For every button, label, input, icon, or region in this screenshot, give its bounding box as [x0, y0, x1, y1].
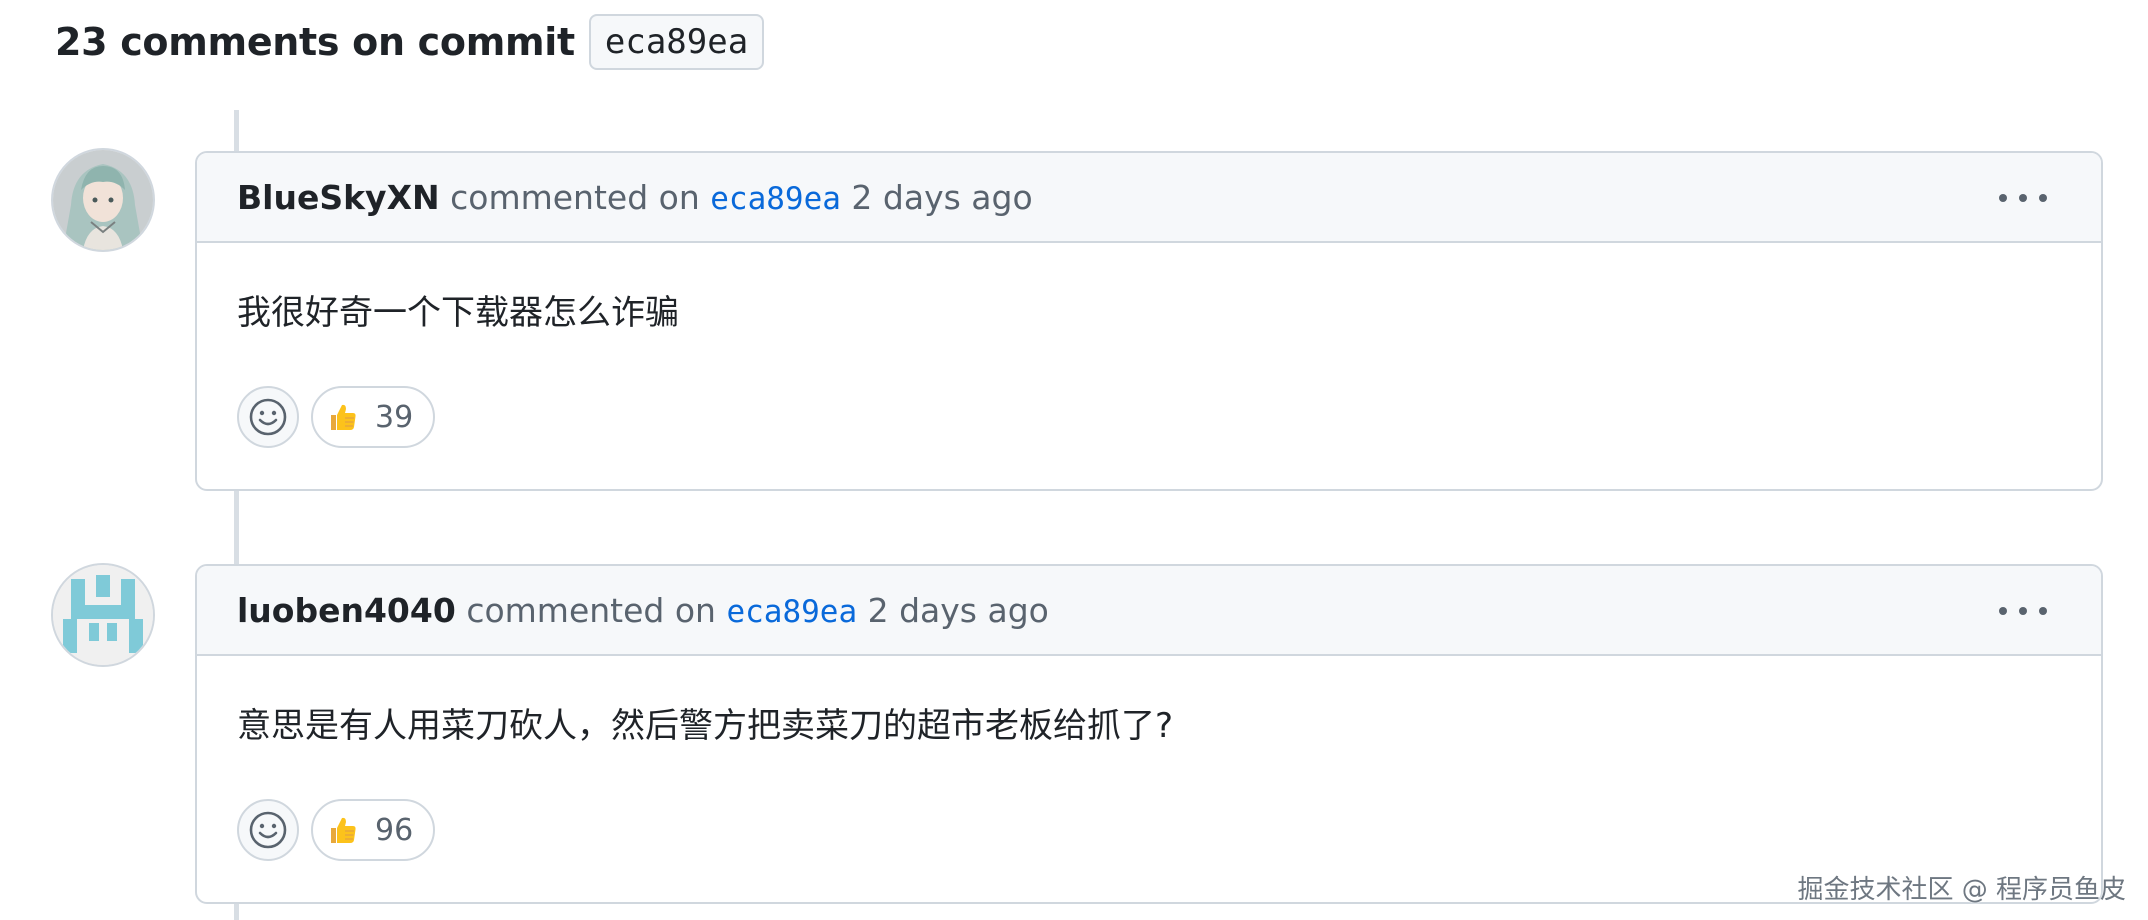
thumbs-up-reaction[interactable]: 39 — [311, 386, 436, 448]
anime-avatar-icon — [53, 150, 153, 250]
add-reaction-button[interactable] — [237, 799, 299, 861]
comment-meta: BlueSkyXN commented on eca89ea 2 days ag… — [237, 178, 1033, 217]
commit-link[interactable]: eca89ea — [726, 594, 857, 630]
avatar[interactable] — [51, 563, 155, 667]
watermark: 掘金技术社区 @ 程序员鱼皮 — [1797, 875, 2126, 905]
comment-time[interactable]: 2 days ago — [851, 178, 1032, 217]
comment-body: 我很好奇一个下载器怎么诈骗 — [237, 293, 679, 333]
comment-action: commented on — [450, 177, 700, 217]
smiley-icon — [249, 398, 287, 436]
commit-link[interactable]: eca89ea — [710, 181, 841, 217]
smiley-icon — [249, 811, 287, 849]
commit-sha-badge[interactable]: eca89ea — [588, 14, 765, 70]
comment-author[interactable]: luoben4040 — [237, 591, 456, 630]
page-title: 23 comments on commit — [55, 20, 575, 64]
avatar[interactable] — [51, 148, 155, 252]
reaction-count: 39 — [375, 399, 414, 435]
identicon-avatar-icon — [53, 565, 153, 665]
commit-comments-header: 23 comments on commit eca89ea — [55, 12, 765, 72]
thumbs-up-icon — [327, 813, 361, 847]
comment-body: 意思是有人用菜刀砍人，然后警方把卖菜刀的超市老板给抓了? — [237, 706, 1174, 746]
more-options-icon[interactable] — [1999, 594, 2047, 628]
reactions-bar: 96 — [197, 776, 2101, 862]
thumbs-up-reaction[interactable]: 96 — [311, 799, 436, 861]
add-reaction-button[interactable] — [237, 386, 299, 448]
reactions-bar: 39 — [197, 363, 2101, 449]
more-options-icon[interactable] — [1999, 181, 2047, 215]
comment-box: luoben4040 commented on eca89ea 2 days a… — [195, 564, 2103, 904]
comment-meta: luoben4040 commented on eca89ea 2 days a… — [237, 591, 1049, 630]
comment-header: luoben4040 commented on eca89ea 2 days a… — [197, 566, 2101, 656]
comment-time[interactable]: 2 days ago — [868, 591, 1049, 630]
comment-author[interactable]: BlueSkyXN — [237, 178, 440, 217]
comment-header: BlueSkyXN commented on eca89ea 2 days ag… — [197, 153, 2101, 243]
comment-action: commented on — [466, 590, 716, 630]
reaction-count: 96 — [375, 812, 414, 848]
thumbs-up-icon — [327, 400, 361, 434]
comment-box: BlueSkyXN commented on eca89ea 2 days ag… — [195, 151, 2103, 491]
